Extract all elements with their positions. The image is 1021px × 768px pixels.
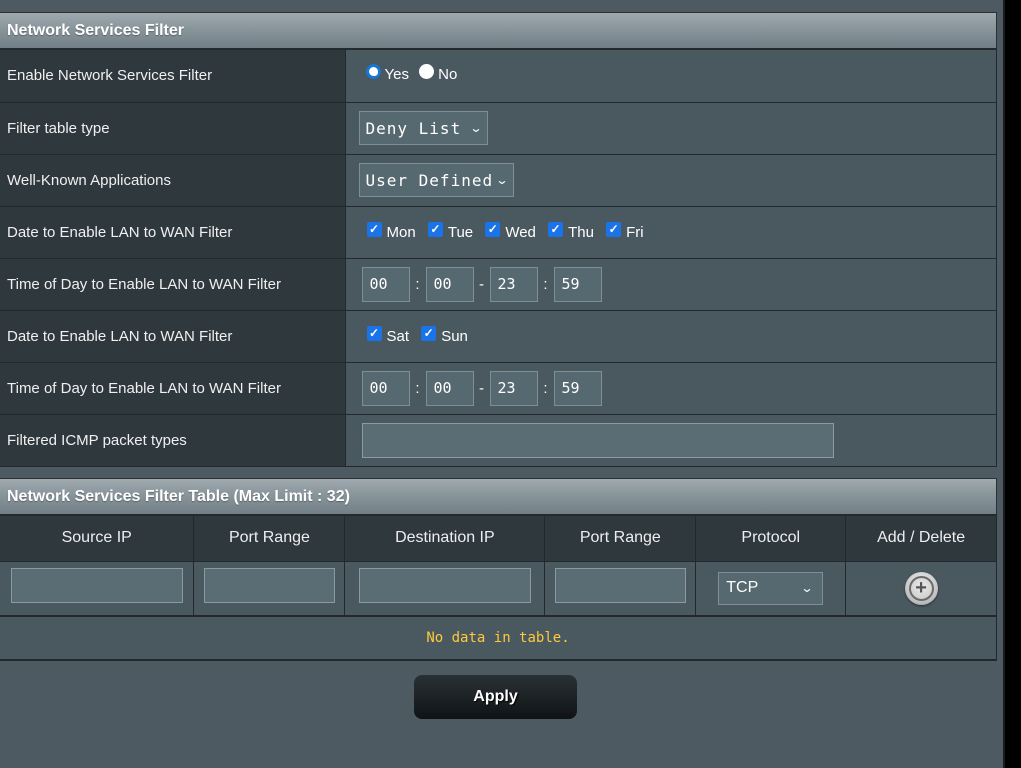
column-header: Protocol [695,516,847,562]
chevron-down-icon: ⌄ [495,173,509,187]
filter-table-panel: Network Services Filter Table (Max Limit… [0,478,997,661]
empty-table-message: No data in table. [0,617,997,661]
column-header: Destination IP [344,516,546,562]
time-separator: : [543,380,548,397]
checkbox-fri[interactable]: ✓ Fri [606,222,644,241]
column-header: Add / Delete [845,516,997,562]
checkbox-tue[interactable]: ✓ Tue [427,222,474,241]
time-separator: : [415,276,420,293]
icmp-types-input[interactable] [361,422,834,458]
row-label: Date to Enable LAN to WAN Filter [0,206,346,259]
table-header-row: Source IP Port Range Destination IP Port… [0,516,997,562]
row-label: Enable Network Services Filter [0,50,346,103]
checkbox-label: Mon [386,224,416,241]
start-hour-input[interactable]: 00 [361,266,410,302]
row-weekend-time: Time of Day to Enable LAN to WAN Filter … [0,362,997,415]
select-value: User Defined [365,170,494,190]
table-input-row: TCP ⌄ + [0,561,997,617]
checkbox-checked-icon: ✓ [485,222,501,237]
checkbox-label: Fri [626,224,644,241]
radio-yes-label: Yes [384,65,409,83]
row-label: Date to Enable LAN to WAN Filter [0,310,346,363]
row-filter-table-type: Filter table type Deny List ⌄ [0,102,997,155]
plus-icon: + [908,575,934,601]
radio-unchecked-icon [419,63,435,79]
protocol-select[interactable]: TCP ⌄ [718,571,824,605]
row-label: Filter table type [0,102,346,155]
range-separator: - [479,276,484,293]
row-label: Time of Day to Enable LAN to WAN Filter [0,258,346,311]
row-label: Filtered ICMP packet types [0,414,346,467]
checkbox-label: Wed [505,224,536,241]
end-hour-input[interactable]: 23 [489,370,538,406]
checkbox-mon[interactable]: ✓ Mon [366,222,416,241]
range-separator: - [479,380,484,397]
chevron-down-icon: ⌄ [800,581,814,596]
well-known-apps-select[interactable]: User Defined ⌄ [358,163,515,197]
checkbox-checked-icon: ✓ [427,222,443,237]
source-port-range-input[interactable] [203,568,335,604]
select-value: TCP [726,579,759,597]
section-title: Network Services Filter [0,12,997,50]
column-header: Source IP [0,516,195,562]
time-separator: : [415,380,420,397]
radio-no-label: No [438,65,458,83]
filter-settings-table: Enable Network Services Filter Yes No Fi… [0,50,997,467]
checkbox-label: Sun [441,328,468,345]
row-weekday-dates: Date to Enable LAN to WAN Filter ✓ Mon ✓ T… [0,206,997,259]
row-label: Time of Day to Enable LAN to WAN Filter [0,362,346,415]
checkbox-checked-icon: ✓ [421,326,437,341]
destination-ip-input[interactable] [358,568,531,604]
radio-checked-icon [365,63,381,79]
section-title: Network Services Filter Table (Max Limit… [0,478,997,516]
end-minute-input[interactable]: 59 [553,370,602,406]
checkbox-thu[interactable]: ✓ Thu [548,222,594,241]
checkbox-wed[interactable]: ✓ Wed [485,222,536,241]
destination-port-range-input[interactable] [554,568,686,604]
filter-table-type-select[interactable]: Deny List ⌄ [358,111,489,145]
network-services-filter-panel: Network Services Filter Enable Network S… [0,12,997,467]
checkbox-sat[interactable]: ✓ Sat [366,326,410,345]
row-icmp-types: Filtered ICMP packet types [0,414,997,467]
select-value: Deny List [365,118,462,138]
checkbox-checked-icon: ✓ [606,222,622,237]
end-minute-input[interactable]: 59 [553,266,602,302]
checkbox-label: Sat [386,328,410,345]
column-header: Port Range [544,516,697,562]
apply-button[interactable]: Apply [414,675,577,719]
time-separator: : [543,276,548,293]
checkbox-label: Tue [447,224,474,241]
start-minute-input[interactable]: 00 [425,370,474,406]
radio-yes[interactable]: Yes [365,63,409,83]
checkbox-sun[interactable]: ✓ Sun [421,326,468,345]
add-rule-button[interactable]: + [904,571,938,605]
start-minute-input[interactable]: 00 [425,266,474,302]
row-label: Well-Known Applications [0,154,346,207]
row-weekday-time: Time of Day to Enable LAN to WAN Filter … [0,258,997,311]
column-header: Port Range [193,516,346,562]
radio-no[interactable]: No [419,63,458,83]
window-edge [1003,0,1021,768]
source-ip-input[interactable] [10,568,183,604]
row-weekend-dates: Date to Enable LAN to WAN Filter ✓ Sat ✓ S… [0,310,997,363]
chevron-down-icon: ⌄ [469,121,483,135]
checkbox-checked-icon: ✓ [548,222,564,237]
row-well-known-apps: Well-Known Applications User Defined ⌄ [0,154,997,207]
filter-rules-table: Source IP Port Range Destination IP Port… [0,516,997,617]
checkbox-label: Thu [568,224,594,241]
row-enable-filter: Enable Network Services Filter Yes No [0,50,997,103]
start-hour-input[interactable]: 00 [361,370,410,406]
checkbox-checked-icon: ✓ [366,326,382,341]
checkbox-checked-icon: ✓ [366,222,382,237]
end-hour-input[interactable]: 23 [489,266,538,302]
